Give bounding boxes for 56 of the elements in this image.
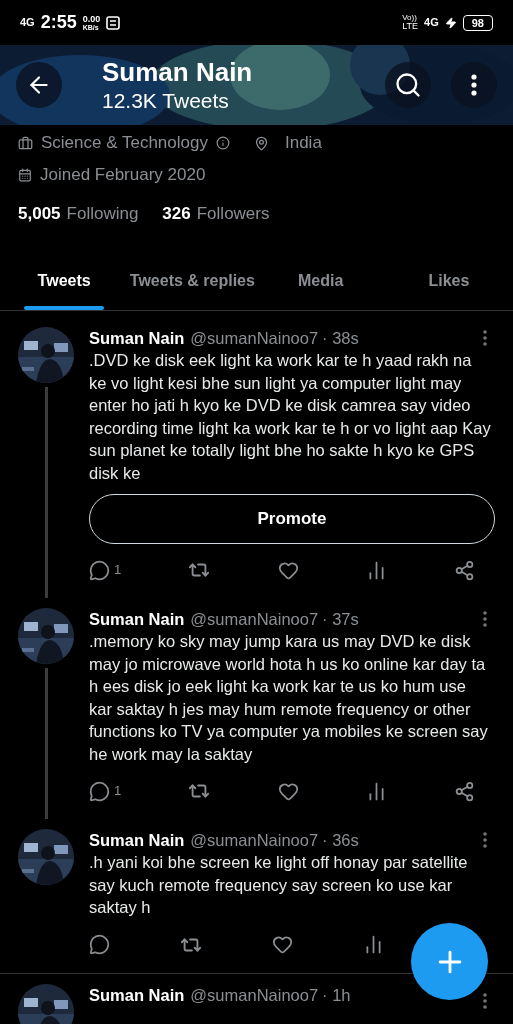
tweet-time: · 36s: [322, 830, 359, 851]
more-icon[interactable]: [483, 992, 487, 1009]
profile-tab[interactable]: Media: [297, 268, 344, 293]
calendar-icon: [18, 168, 32, 182]
screenshot-icon: [106, 15, 121, 30]
profile-location: India: [284, 132, 322, 155]
charging-icon: [444, 16, 457, 29]
reply-count: 1: [114, 782, 122, 801]
more-icon[interactable]: [483, 611, 487, 627]
tweet-text: .DVD ke disk eek light ka work kar te h yaad rakh na ke vo light kesi bhe sun light ya computer light may enter ho jati h kyo ke DVD ke disk camrea say video recording time light ka work kar te h or vo light aap Kay sun planet ke totally light bhe ho sakte h kyo ke GPS disk ke: [89, 350, 492, 484]
location-icon: [253, 135, 269, 151]
reply-icon[interactable]: [89, 780, 110, 802]
tweet-time: · 37s: [322, 609, 359, 630]
author-name: Suman Nain: [89, 984, 185, 1006]
tweet-time: · 38s: [322, 328, 359, 349]
tweet-text: .memory ko sky may jump kara us may DVD ke disk may jo microwave world hota h us ko online kar day ta h ees disk jo eek light ka work kar te us ko hum use kar saktay h jes may hum remote frequency or other functions ko TV ya computer ya mobiles ke screen say he work may la saktay: [89, 631, 489, 765]
volte-label: Vo)): [402, 14, 417, 22]
clock: 2:55: [40, 11, 77, 34]
tweet-time: · 1h: [322, 984, 351, 1006]
more-icon[interactable]: [483, 832, 487, 848]
reply-count: 1: [114, 561, 122, 580]
share-icon[interactable]: [454, 780, 475, 802]
followers-count[interactable]: 326: [162, 201, 191, 227]
more-icon: [471, 74, 477, 96]
more-icon[interactable]: [483, 330, 487, 346]
briefcase-icon: [18, 135, 33, 151]
tweet-count: 12.3K Tweets: [102, 88, 230, 114]
profile-name: Suman Nain: [102, 56, 254, 88]
author-handle: @sumanNainoo7: [190, 609, 319, 630]
following-count[interactable]: 5,005: [18, 201, 61, 227]
following-label[interactable]: Following: [66, 201, 139, 227]
followers-label[interactable]: Followers: [196, 201, 270, 227]
like-icon[interactable]: [272, 934, 293, 955]
share-icon[interactable]: [454, 559, 475, 581]
profile-category: Science & Technology: [41, 132, 208, 155]
reply-icon[interactable]: [89, 559, 110, 581]
profile-tab[interactable]: Likes: [428, 268, 470, 293]
tweet-text: .h yani koi bhe screen ke light off honay par satellite say kuch remote frequency say screen ko use kar saktay h: [89, 852, 469, 918]
speed-value: 0.00: [82, 14, 101, 24]
volte-label: LTE: [402, 22, 419, 31]
author-handle: @sumanNainoo7: [190, 830, 319, 851]
battery-indicator: 98: [462, 14, 493, 31]
search-icon: [394, 71, 422, 99]
profile-tab[interactable]: Tweets: [37, 268, 91, 293]
profile-tab[interactable]: Tweets & replies: [129, 268, 255, 293]
network-indicator: 4G: [20, 17, 35, 28]
joined-date: Joined February 2020: [40, 164, 206, 187]
author-handle: @sumanNainoo7: [190, 328, 319, 349]
author-handle: @sumanNainoo7: [190, 984, 319, 1006]
author-name: Suman Nain: [89, 328, 185, 349]
author-name: Suman Nain: [89, 830, 185, 851]
author-name: Suman Nain: [89, 609, 185, 630]
network-indicator: 4G: [424, 15, 439, 31]
promote-button[interactable]: Promote: [89, 494, 495, 544]
info-icon: [215, 136, 230, 150]
reply-icon[interactable]: [89, 934, 110, 955]
